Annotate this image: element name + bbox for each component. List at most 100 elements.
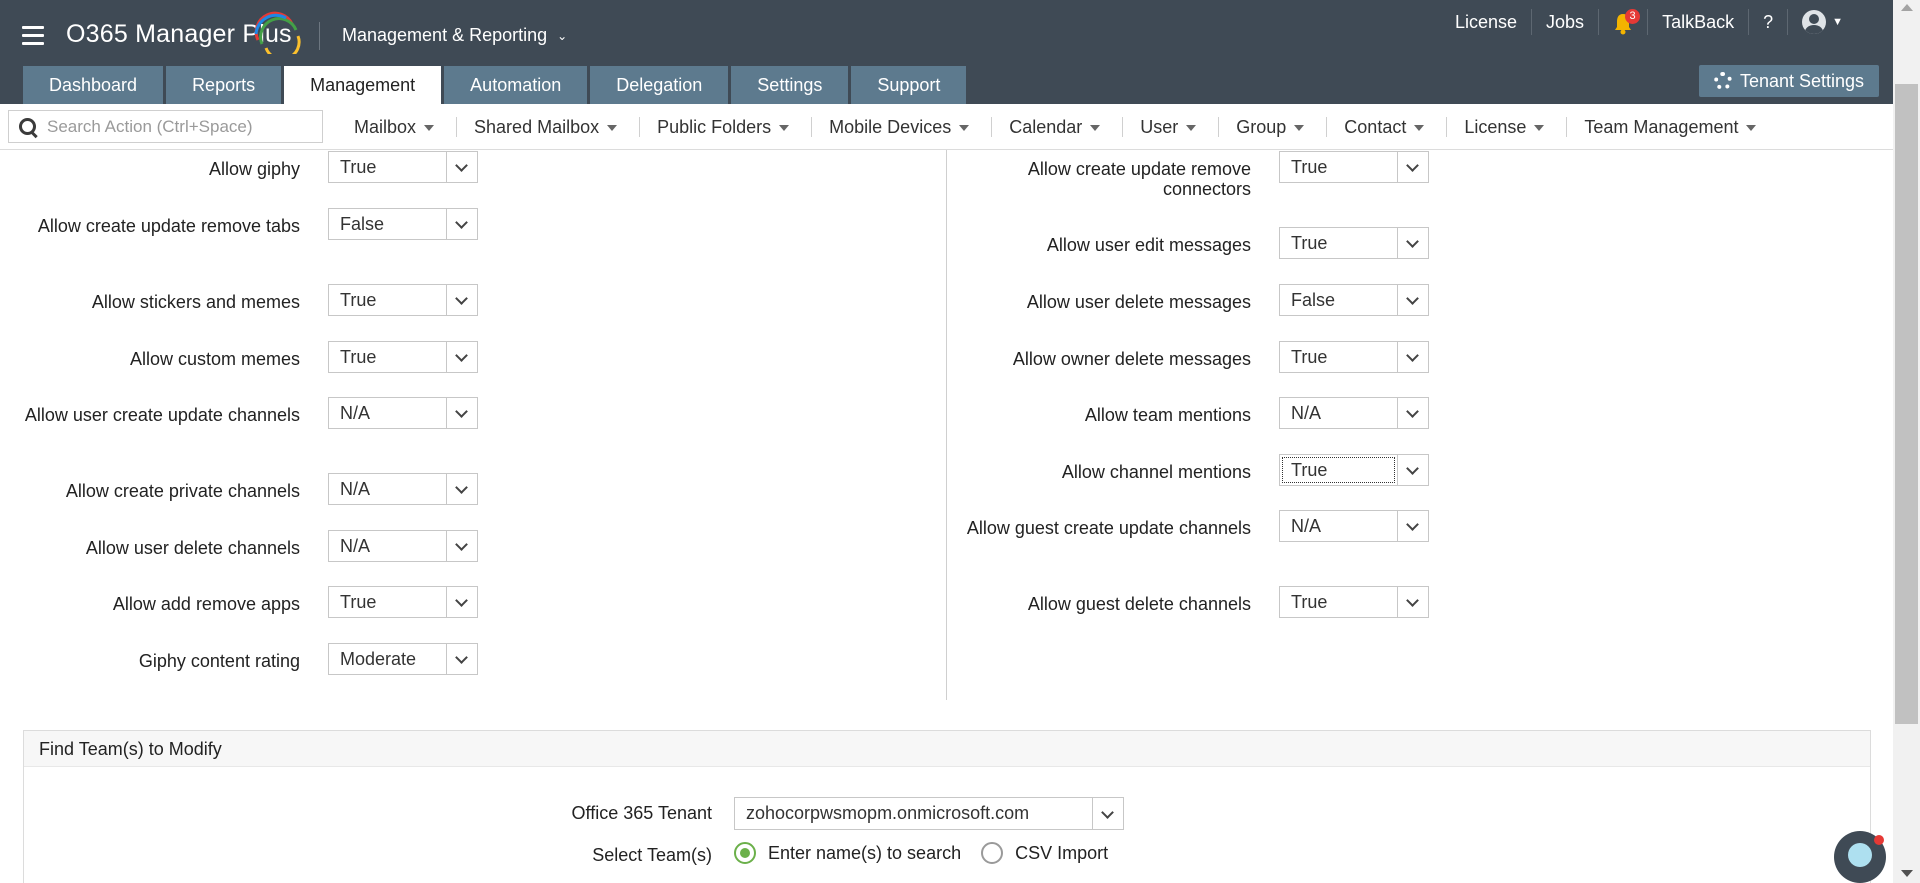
tab-management[interactable]: Management bbox=[284, 66, 442, 104]
allow-create-update-remove-connectors-select[interactable]: True bbox=[1279, 151, 1429, 183]
chevron-down-icon bbox=[446, 152, 477, 182]
setting-label: Allow create update remove connectors bbox=[1027, 159, 1251, 199]
menu-mailbox[interactable]: Mailbox bbox=[337, 117, 456, 137]
column-divider bbox=[946, 150, 947, 700]
tab-automation[interactable]: Automation bbox=[444, 66, 588, 104]
caret-down-icon: ▼ bbox=[1832, 16, 1843, 28]
menu-user[interactable]: User bbox=[1122, 117, 1218, 137]
select-value: Moderate bbox=[340, 649, 417, 669]
allow-guest-create-update-channels-select[interactable]: N/A bbox=[1279, 510, 1429, 542]
setting-label: Allow create update remove tabs bbox=[37, 216, 300, 236]
menu-mobile-devices[interactable]: Mobile Devices bbox=[811, 117, 991, 137]
allow-create-update-remove-tabs-select[interactable]: False bbox=[328, 208, 478, 240]
radio-enter-names[interactable] bbox=[734, 842, 756, 864]
allow-user-edit-messages-select[interactable]: True bbox=[1279, 227, 1429, 259]
allow-user-delete-messages-select[interactable]: False bbox=[1279, 284, 1429, 316]
allow-team-mentions-select[interactable]: N/A bbox=[1279, 397, 1429, 429]
menu-license[interactable]: License bbox=[1446, 117, 1566, 137]
tenant-settings-label: Tenant Settings bbox=[1739, 70, 1865, 91]
chevron-down-icon bbox=[446, 398, 477, 428]
allow-giphy-select[interactable]: True bbox=[328, 151, 478, 183]
user-menu[interactable]: ▼ bbox=[1787, 9, 1857, 35]
setting-label: Allow user delete channels bbox=[85, 538, 300, 558]
menu-contact[interactable]: Contact bbox=[1326, 117, 1446, 137]
setting-row-allow-user-delete-messages: Allow user delete messages False bbox=[946, 284, 1429, 316]
jobs-link[interactable]: Jobs bbox=[1531, 9, 1598, 35]
chevron-down-icon bbox=[446, 644, 477, 674]
select-value: True bbox=[340, 290, 377, 310]
allow-user-create-update-channels-select[interactable]: N/A bbox=[328, 397, 478, 429]
caret-down-icon bbox=[1746, 125, 1757, 132]
setting-row-allow-create-update-remove-tabs: Allow create update remove tabs False bbox=[0, 208, 478, 240]
setting-label: Allow guest create update channels bbox=[966, 518, 1251, 538]
setting-label: Allow user delete messages bbox=[1026, 292, 1251, 312]
license-link[interactable]: License bbox=[1441, 9, 1531, 35]
team-settings-form: Allow giphy True Allow create update rem… bbox=[0, 150, 1893, 883]
tab-delegation[interactable]: Delegation bbox=[590, 66, 729, 104]
menu-shared-mailbox[interactable]: Shared Mailbox bbox=[456, 117, 639, 137]
setting-label: Allow owner delete messages bbox=[1012, 349, 1251, 369]
tab-support[interactable]: Support bbox=[851, 66, 967, 104]
menu-label: Mobile Devices bbox=[829, 117, 952, 137]
scrollbar-thumb[interactable] bbox=[1895, 84, 1918, 724]
notifications-button[interactable]: 3 bbox=[1598, 9, 1647, 35]
page-scrollbar[interactable] bbox=[1893, 0, 1920, 883]
tab-dashboard[interactable]: Dashboard bbox=[23, 66, 164, 104]
chevron-down-icon bbox=[446, 531, 477, 561]
action-bar: Mailbox Shared Mailbox Public Folders Mo… bbox=[0, 104, 1893, 150]
select-value: True bbox=[340, 157, 377, 177]
select-value: True bbox=[1280, 455, 1397, 485]
team-selection-mode: Enter name(s) to search CSV Import bbox=[734, 842, 1128, 864]
tab-settings[interactable]: Settings bbox=[731, 66, 849, 104]
menu-label: User bbox=[1140, 117, 1179, 137]
select-value: True bbox=[1291, 347, 1328, 367]
setting-label: Allow user create update channels bbox=[24, 405, 300, 425]
menu-label: Group bbox=[1236, 117, 1287, 137]
setting-row-allow-create-private-channels: Allow create private channels N/A bbox=[0, 473, 478, 505]
menu-group[interactable]: Group bbox=[1218, 117, 1326, 137]
header-divider bbox=[319, 22, 320, 50]
search-action-input[interactable] bbox=[47, 116, 317, 137]
hamburger-menu-icon[interactable] bbox=[22, 26, 44, 46]
setting-label: Giphy content rating bbox=[138, 651, 300, 671]
tenant-settings-button[interactable]: Tenant Settings bbox=[1699, 65, 1879, 97]
allow-owner-delete-messages-select[interactable]: True bbox=[1279, 341, 1429, 373]
setting-row-allow-guest-delete-channels: Allow guest delete channels True bbox=[946, 586, 1429, 618]
select-value: N/A bbox=[1291, 403, 1322, 423]
tab-reports[interactable]: Reports bbox=[166, 66, 282, 104]
chatbot-alert-dot bbox=[1874, 835, 1884, 845]
notification-badge: 3 bbox=[1625, 9, 1641, 24]
talkback-link[interactable]: TalkBack bbox=[1647, 9, 1748, 35]
select-value: False bbox=[340, 214, 385, 234]
caret-down-icon bbox=[959, 125, 970, 132]
allow-add-remove-apps-select[interactable]: True bbox=[328, 586, 478, 618]
tenant-select[interactable]: zohocorpwsmopm.onmicrosoft.com bbox=[734, 797, 1124, 830]
scroll-up-icon[interactable] bbox=[1901, 4, 1913, 11]
allow-guest-delete-channels-select[interactable]: True bbox=[1279, 586, 1429, 618]
menu-label: Calendar bbox=[1009, 117, 1083, 137]
caret-down-icon bbox=[607, 125, 618, 132]
menu-calendar[interactable]: Calendar bbox=[991, 117, 1122, 137]
giphy-content-rating-select[interactable]: Moderate bbox=[328, 643, 478, 675]
allow-stickers-and-memes-select[interactable]: True bbox=[328, 284, 478, 316]
menu-public-folders[interactable]: Public Folders bbox=[639, 117, 811, 137]
radio-csv-import-label[interactable]: CSV Import bbox=[1015, 843, 1108, 864]
chevron-down-icon bbox=[1397, 342, 1428, 372]
scroll-down-icon[interactable] bbox=[1901, 870, 1913, 877]
allow-channel-mentions-select[interactable]: True bbox=[1279, 454, 1429, 486]
chevron-down-icon bbox=[1397, 511, 1428, 541]
menu-team-management[interactable]: Team Management bbox=[1566, 117, 1778, 137]
chatbot-button[interactable] bbox=[1834, 831, 1886, 883]
allow-user-delete-channels-select[interactable]: N/A bbox=[328, 530, 478, 562]
caret-down-icon bbox=[1186, 125, 1197, 132]
help-link[interactable]: ? bbox=[1748, 9, 1787, 35]
chatbot-icon bbox=[1848, 843, 1872, 867]
radio-enter-names-label[interactable]: Enter name(s) to search bbox=[768, 843, 961, 864]
module-switcher[interactable]: Management & Reporting ⌄ bbox=[342, 25, 567, 46]
setting-row-allow-giphy: Allow giphy True bbox=[0, 151, 478, 183]
allow-create-private-channels-select[interactable]: N/A bbox=[328, 473, 478, 505]
allow-custom-memes-select[interactable]: True bbox=[328, 341, 478, 373]
radio-csv-import[interactable] bbox=[981, 842, 1004, 864]
tenant-label: Office 365 Tenant bbox=[571, 803, 712, 823]
chevron-down-icon bbox=[1397, 228, 1428, 258]
